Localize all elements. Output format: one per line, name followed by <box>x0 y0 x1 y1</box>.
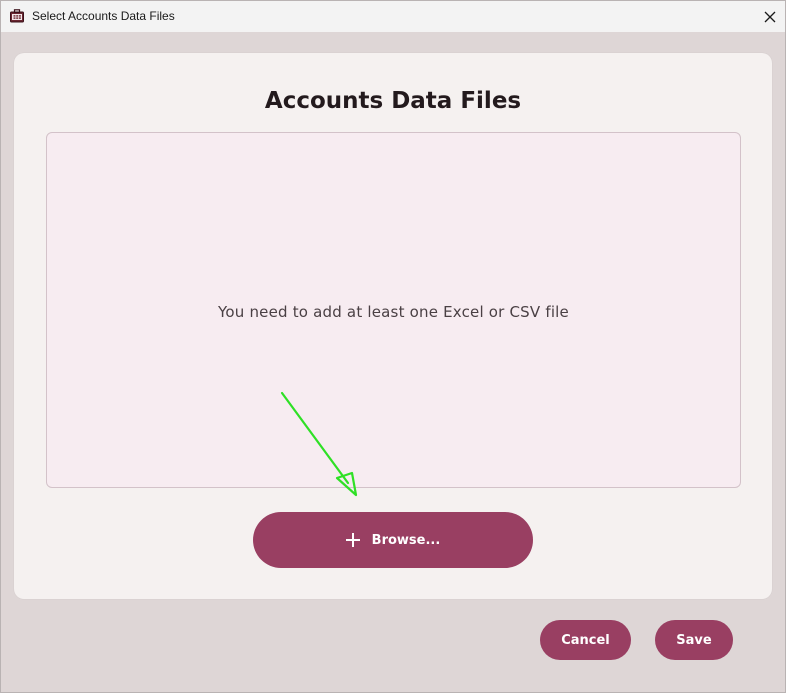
close-icon <box>764 11 776 22</box>
file-drop-zone[interactable]: You need to add at least one Excel or CS… <box>46 132 741 488</box>
plus-icon <box>345 533 360 547</box>
save-button[interactable]: Save <box>655 620 733 660</box>
save-button-label: Save <box>676 632 712 648</box>
cancel-button-label: Cancel <box>561 632 610 648</box>
files-card: Accounts Data Files You need to add at l… <box>14 53 772 599</box>
empty-state-message: You need to add at least one Excel or CS… <box>218 303 569 321</box>
briefcase-icon <box>10 9 24 23</box>
page-title: Accounts Data Files <box>264 88 522 114</box>
dialog-window: Select Accounts Data Files Accounts Data… <box>0 0 786 693</box>
browse-button[interactable]: Browse... <box>253 512 533 568</box>
window-title: Select Accounts Data Files <box>32 9 175 23</box>
cancel-button[interactable]: Cancel <box>540 620 631 660</box>
close-button[interactable] <box>755 1 785 32</box>
title-bar: Select Accounts Data Files <box>1 1 785 32</box>
browse-button-label: Browse... <box>371 532 441 548</box>
